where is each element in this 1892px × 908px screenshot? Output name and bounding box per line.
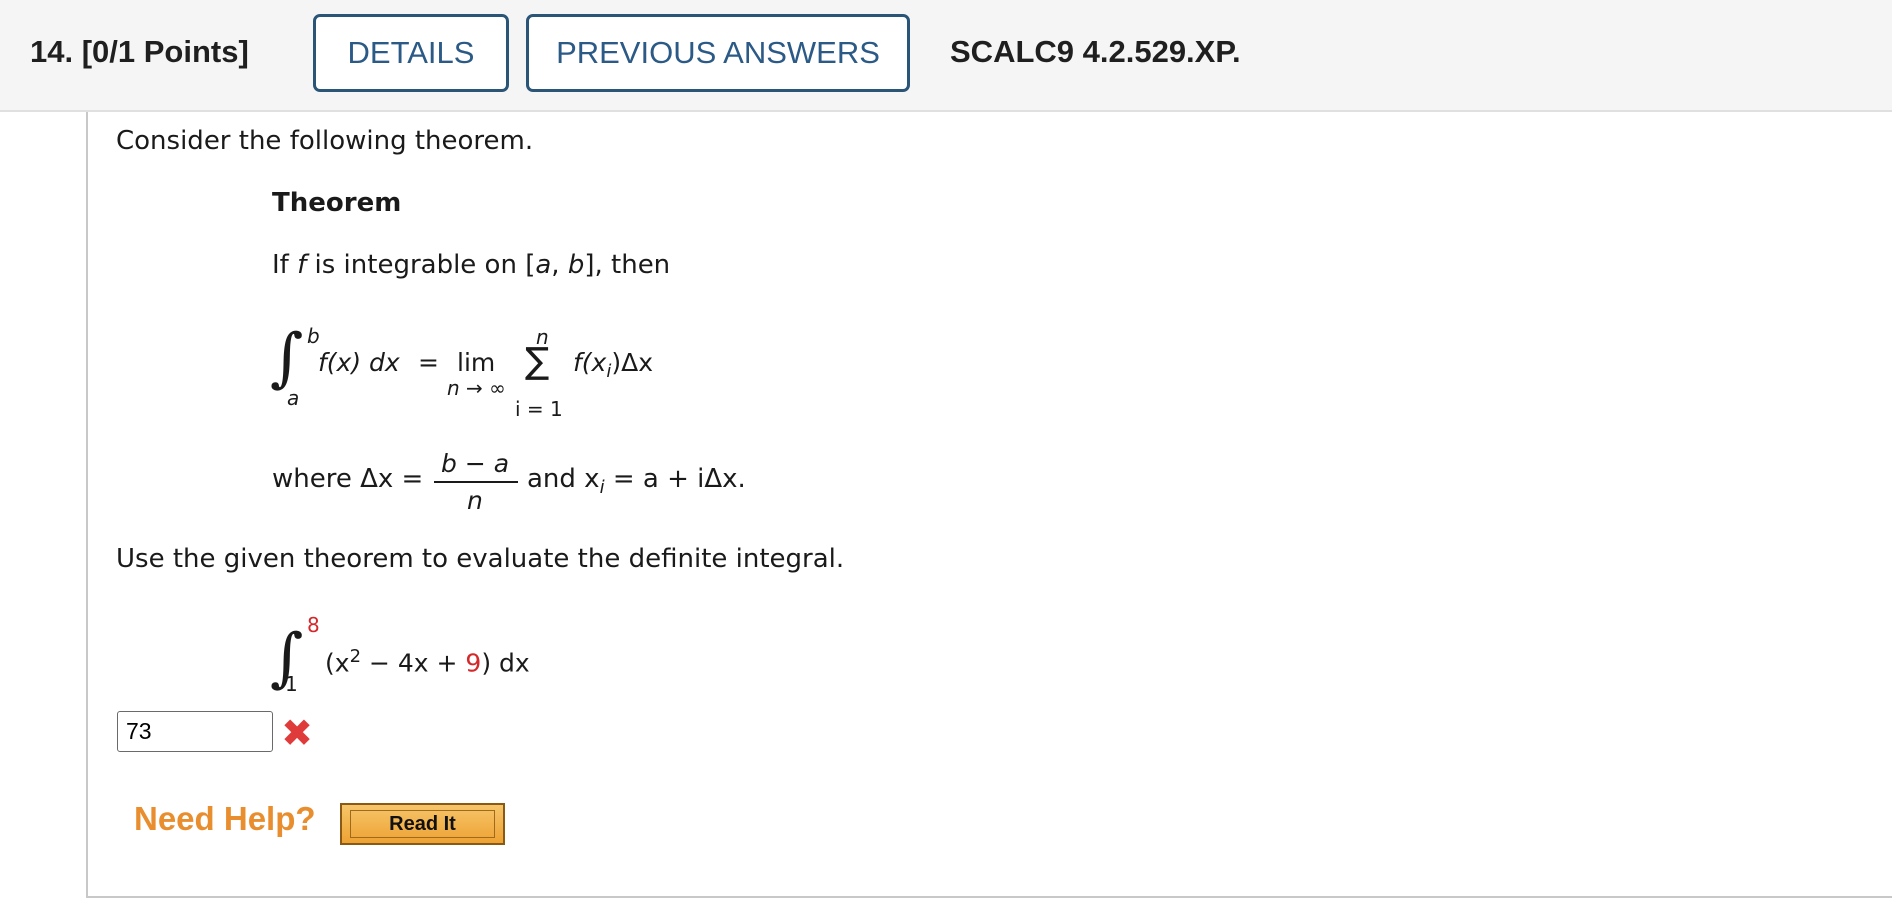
integral-upper-limit: b [307,324,320,348]
equals-sign: = [418,348,439,377]
question-panel [86,112,1892,898]
limit-operator: lim [457,348,496,377]
integral-sign-icon: ∫ [270,321,304,395]
integral-lower-limit: 1 [285,672,298,696]
previous-answers-button[interactable]: PREVIOUS ANSWERS [526,14,910,92]
question-header: 14. [0/1 Points] DETAILS PREVIOUS ANSWER… [0,0,1892,112]
intro-text: Consider the following theorem. [116,126,534,156]
integrand: (x2 − 4x + 9) dx [325,646,530,678]
question-points-label: 14. [0/1 Points] [30,34,249,69]
fraction-denominator: n [467,486,483,515]
integral-upper-limit: 8 [307,613,320,637]
where-label: where Δx = [272,464,424,494]
summand: f(xi)Δx [573,348,654,382]
fraction-line [434,481,518,483]
sigma-icon: ∑ [525,341,550,382]
theorem-condition: If f is integrable on [a, b], then [272,250,671,280]
answer-input[interactable] [117,711,273,752]
question-id: SCALC9 4.2.529.XP. [950,34,1241,69]
theorem-integrand: f(x) dx [318,348,400,377]
read-it-button[interactable]: Read It [340,803,505,845]
limit-subscript: n → ∞ [447,376,506,400]
task-text: Use the given theorem to evaluate the de… [116,544,845,574]
read-it-label: Read It [350,810,495,838]
xi-definition: and xi = a + iΔx. [527,464,746,499]
x-mark-icon: ✖ [281,711,313,755]
details-button[interactable]: DETAILS [313,14,509,92]
theorem-title: Theorem [272,188,402,218]
integral-lower-limit: a [287,386,300,410]
need-help-label: Need Help? [134,800,316,837]
fraction-numerator: b − a [441,449,510,478]
sigma-lower: i = 1 [515,397,563,421]
